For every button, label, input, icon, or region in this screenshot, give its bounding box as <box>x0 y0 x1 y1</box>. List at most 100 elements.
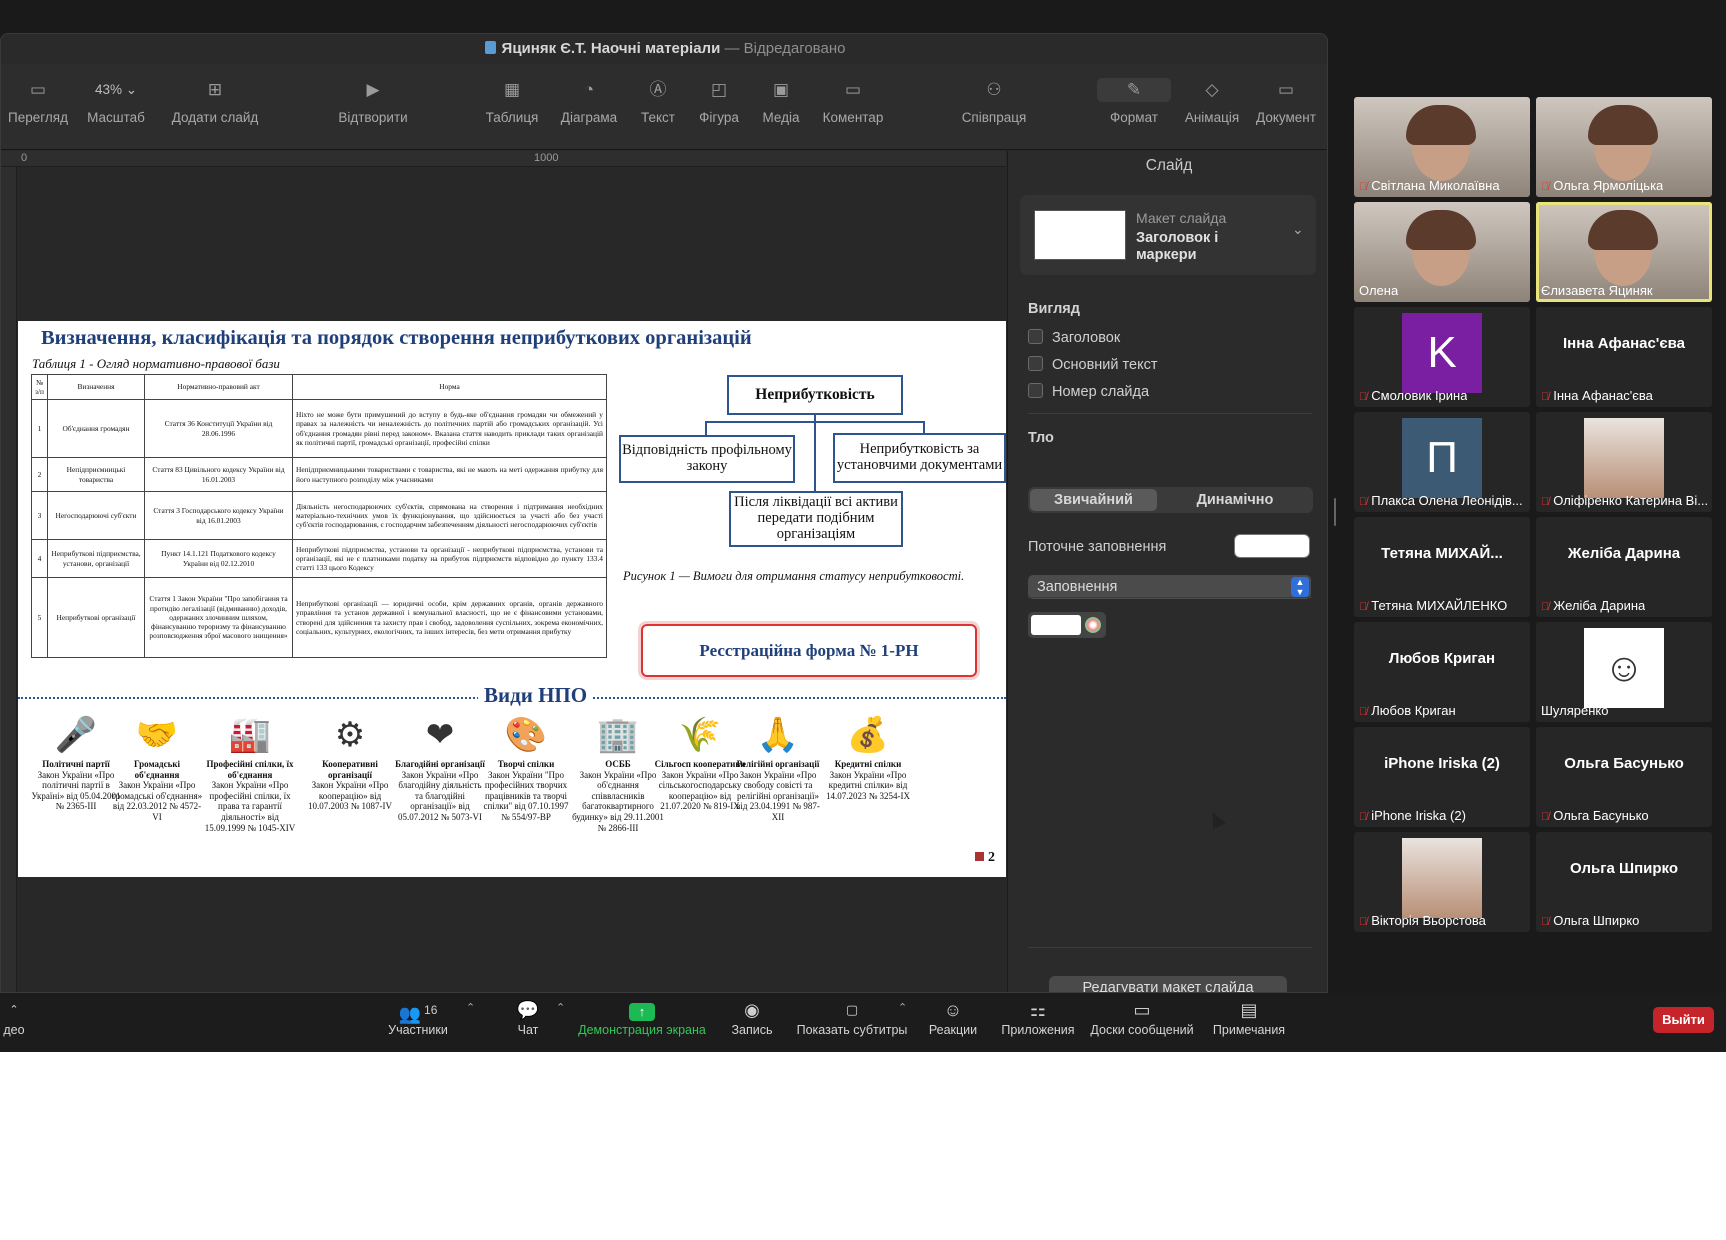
org-connector <box>814 415 816 491</box>
comment-button[interactable]: ▭ Коментар <box>817 78 889 125</box>
vertical-ruler <box>1 167 17 992</box>
participant-name-large: Желіба Дарина <box>1567 545 1681 562</box>
participants-icon: 👥 16 <box>398 1003 438 1024</box>
table-button[interactable]: ▦ Таблиця <box>481 78 543 125</box>
participant-name: 🎙̸ Світлана Миколаївна <box>1359 178 1500 193</box>
edit-layout-button[interactable]: Редагувати макет слайда <box>1049 976 1287 992</box>
participant-tile[interactable]: Олена <box>1354 202 1530 302</box>
org-connector <box>705 421 924 423</box>
chat-label: Чат <box>517 1023 539 1037</box>
background-mode-segmented: Звичайний Динамічно <box>1028 487 1313 513</box>
slide-title: Визначення, класифікація та порядок ство… <box>41 327 752 349</box>
table-cell: Стаття 1 Закон України "Про запобігання … <box>144 577 293 658</box>
add-slide-label: Додати слайд <box>171 110 259 125</box>
record-button[interactable]: ◉ Запись <box>724 993 780 1037</box>
play-button[interactable]: ▶ Відтворити <box>334 78 412 125</box>
participant-video <box>1406 105 1476 145</box>
chart-button[interactable]: ◔ Діаграма <box>556 78 622 125</box>
shape-icon: ◰ <box>710 80 728 99</box>
add-slide-button[interactable]: ⊞ Додати слайд <box>163 78 267 125</box>
standard-segment[interactable]: Звичайний <box>1030 489 1157 511</box>
media-button[interactable]: ▣ Медіа <box>755 78 807 125</box>
current-fill-swatch[interactable] <box>1234 534 1310 558</box>
participant-tile[interactable]: 🎙̸ Вікторія Вьорстова <box>1354 832 1530 932</box>
table-cell: 1 <box>31 399 48 458</box>
chevron-down-icon: ⌄ <box>1292 221 1304 237</box>
zoom-button[interactable]: 43% ⌄ Масштаб <box>81 78 151 125</box>
share-screen-button[interactable]: ↑ Демонстрация экрана <box>578 993 706 1037</box>
color-swatch <box>1031 615 1081 635</box>
zoom-control-bar: ⌃ део 👥 16 Участники ⌃ 💬 Чат ⌃ ↑ Демонстрация… <box>0 993 1726 1052</box>
divider <box>1028 597 1312 598</box>
factory-icon: 🏭 <box>228 717 272 754</box>
table-cell: 3 <box>31 491 48 540</box>
participant-tile[interactable]: 🎙̸ Ольга Ярмоліцька <box>1536 97 1712 197</box>
document-button[interactable]: ▭ Документ <box>1251 78 1321 125</box>
animate-button[interactable]: ◇ Анімація <box>1179 78 1245 125</box>
participant-tile[interactable]: ☺ Шуляренко <box>1536 622 1712 722</box>
chat-button[interactable]: 💬 Чат <box>504 993 552 1037</box>
chevron-up-icon[interactable]: ⌃ <box>466 1001 475 1014</box>
participant-tile[interactable]: Любов Криган 🎙̸ Любов Криган <box>1354 622 1530 722</box>
participant-name-text: Вікторія Вьорстова <box>1371 913 1486 928</box>
participant-name-large: Інна Афанас'єва <box>1562 335 1686 352</box>
chevron-up-icon[interactable]: ⌃ <box>898 1001 907 1014</box>
layout-value: Заголовок і маркери <box>1136 230 1219 264</box>
color-wheel-icon[interactable] <box>1085 617 1101 633</box>
slide-layout-picker[interactable]: Макет слайда Заголовок і маркери ⌄ <box>1020 195 1316 275</box>
npo-type-name: Громадські об'єднання <box>133 759 181 780</box>
dynamic-segment[interactable]: Динамічно <box>1159 489 1311 511</box>
body-checkbox[interactable]: Основний текст <box>1028 356 1157 373</box>
notes-button[interactable]: ▤ Примечания <box>1212 993 1286 1037</box>
text-button[interactable]: Ⓐ Текст <box>632 78 684 125</box>
muted-mic-icon: 🎙̸ <box>1359 916 1368 928</box>
apps-button[interactable]: ⚏ Приложения <box>1000 993 1076 1037</box>
participant-tile[interactable]: Ольга Басунько 🎙̸ Ольга Басунько <box>1536 727 1712 827</box>
video-button[interactable]: ⌃ део <box>0 993 28 1037</box>
whiteboards-label: Доски сообщений <box>1090 1023 1194 1037</box>
captions-button[interactable]: ▢ Показать субтитры <box>796 993 908 1037</box>
participant-tile[interactable]: 🎙̸ Світлана Миколаївна <box>1354 97 1530 197</box>
people-icon: ⚇ <box>986 80 1002 99</box>
leave-button[interactable]: Выйти <box>1653 1007 1714 1033</box>
participant-tile[interactable]: П 🎙̸ Плакса Олена Леонідів... <box>1354 412 1530 512</box>
table-row: 3 Негосподарюючі суб'єкти Стаття 3 Господа… <box>31 491 607 540</box>
table-label: Таблиця <box>485 110 539 125</box>
color-well[interactable] <box>1028 612 1106 638</box>
npo-type-name: Кредитні спілки <box>834 759 902 769</box>
participant-tile[interactable]: iPhone Iriska (2) 🎙̸ iPhone Iriska (2) <box>1354 727 1530 827</box>
participant-tile[interactable]: Желіба Дарина 🎙̸ Желіба Дарина <box>1536 517 1712 617</box>
collaborate-button[interactable]: ⚇ Співпраця <box>951 78 1037 125</box>
participants-button[interactable]: 👥 16 Участники <box>380 993 456 1037</box>
npo-type-item: ❤ Благодійні організації Закон України «Пр… <box>394 713 486 823</box>
participant-name-text: Любов Криган <box>1371 703 1456 718</box>
reactions-button[interactable]: ☺ Реакции <box>924 993 982 1037</box>
sidebar-icon: ▭ <box>29 80 47 99</box>
view-button[interactable]: ▭ Перегляд <box>7 78 69 125</box>
participant-tile[interactable]: Ольга Шпирко 🎙̸ Ольга Шпирко <box>1536 832 1712 932</box>
participant-tile[interactable]: Єлизавета Яциняк <box>1536 202 1712 302</box>
shape-button[interactable]: ◰ Фігура <box>689 78 749 125</box>
document-icon <box>484 41 496 54</box>
types-title: Види НПО <box>478 683 594 708</box>
whiteboards-button[interactable]: ▭ Доски сообщений <box>1090 993 1194 1037</box>
format-button[interactable]: ✎ Формат <box>1097 78 1171 125</box>
money-hands-icon: 💰 <box>846 717 890 754</box>
slide-canvas[interactable]: 0 1000 Визначення, класифікація та поряд… <box>1 151 1006 992</box>
chevron-up-icon[interactable]: ⌃ <box>556 1001 565 1014</box>
slide[interactable]: Визначення, класифікація та порядок ство… <box>18 321 1006 877</box>
participant-tile[interactable]: 🎙̸ Оліфіренко Катерина Ві... <box>1536 412 1712 512</box>
participant-tile[interactable]: K 🎙̸ Смоловик Ірина <box>1354 307 1530 407</box>
participant-tile[interactable]: Інна Афанас'єва 🎙̸ Інна Афанас'єва <box>1536 307 1712 407</box>
participant-name: 🎙̸ Плакса Олена Леонідів... <box>1359 493 1523 508</box>
participant-tile[interactable]: Тетяна МИХАЙ... 🎙̸ Тетяна МИХАЙЛЕНКО <box>1354 517 1530 617</box>
title-checkbox[interactable]: Заголовок <box>1028 329 1120 346</box>
table-cell: Ніхто не може бути примушений до вступу … <box>292 399 607 458</box>
table-cell: Об'єднання громадян <box>47 399 145 458</box>
slide-number-checkbox[interactable]: Номер слайда <box>1028 383 1149 400</box>
appearance-heading: Вигляд <box>1028 301 1080 317</box>
play-icon: ▶ <box>366 80 380 99</box>
gallery-resize-handle[interactable] <box>1334 498 1336 526</box>
slide-number: 2 <box>975 850 995 866</box>
fill-type-select[interactable]: Заповнення ▲ ▼ <box>1028 575 1311 599</box>
